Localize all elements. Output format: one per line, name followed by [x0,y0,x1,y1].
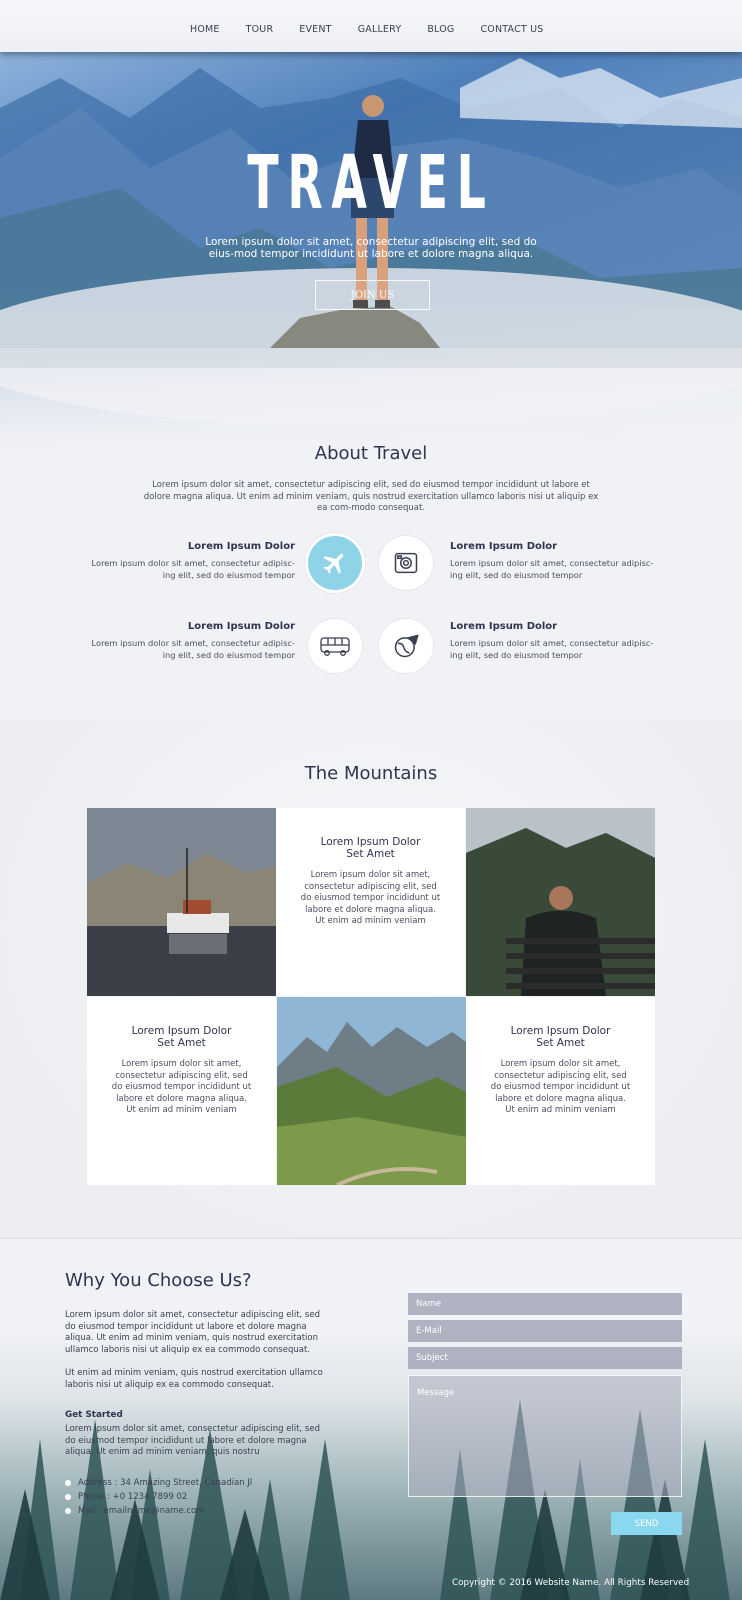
feature-4-text: Lorem ipsum dolor sit amet, consectetur … [450,638,654,660]
hero-title: TRAVEL [247,140,495,226]
phone-item: Phone : +0 1234 7899 02 [65,1490,252,1504]
nav-gallery[interactable]: GALLERY [358,24,402,35]
nav-blog[interactable]: BLOG [427,24,454,35]
mountain-card-1-title: Lorem Ipsum Dolor Set Amet [320,836,421,860]
mountain-card-3-title: Lorem Ipsum Dolor Set Amet [510,1025,611,1049]
address-item: Address : 34 Amazing Street, Canadian Jl [65,1476,252,1490]
nav-links: HOME TOUR EVENT GALLERY BLOG CONTACT US [190,24,570,35]
feature-3-text: Lorem ipsum dolor sit amet, consectetur … [91,638,295,660]
feature-1: Lorem Ipsum Dolor Lorem ipsum dolor sit … [85,541,295,581]
bus-icon [308,619,362,673]
name-field[interactable] [408,1293,682,1315]
mountain-card-1: Lorem Ipsum Dolor Set Amet Lorem ipsum d… [276,808,465,996]
feature-4-title: Lorem Ipsum Dolor [450,621,558,632]
feature-2: Lorem Ipsum Dolor Lorem ipsum dolor sit … [450,541,660,581]
get-started-heading: Get Started [65,1410,123,1420]
nav-tour[interactable]: TOUR [246,24,274,35]
join-us-button[interactable]: JOIN US [315,280,430,310]
email-field[interactable] [408,1320,682,1342]
airplane-icon [308,536,362,590]
feature-4: Lorem Ipsum Dolor Lorem ipsum dolor sit … [450,621,660,661]
contact-list: Address : 34 Amazing Street, Canadian Jl… [65,1476,252,1518]
mountain-card-2: Lorem Ipsum Dolor Set Amet Lorem ipsum d… [87,997,276,1185]
copyright-text: Copyright © 2016 Website Name. All Right… [452,1578,690,1588]
mail-text: Mail : emailname@name.com [78,1506,205,1516]
why-title: Why You Choose Us? [65,1270,252,1291]
subject-field[interactable] [408,1347,682,1369]
valley-photo [277,997,466,1185]
address-text: Address : 34 Amazing Street, Canadian Jl [78,1478,253,1488]
feature-3-title: Lorem Ipsum Dolor [187,621,295,632]
hero-banner: TRAVEL Lorem ipsum dolor sit amet, conse… [0,48,742,448]
bullet-icon [65,1508,71,1514]
send-button[interactable]: SEND [611,1512,682,1535]
mountain-card-2-title: Lorem Ipsum Dolor Set Amet [131,1025,232,1049]
about-description: Lorem ipsum dolor sit amet, consectetur … [143,480,599,513]
feature-1-text: Lorem ipsum dolor sit amet, consectetur … [91,558,295,580]
mountain-card-1-text: Lorem ipsum dolor sit amet, consectetur … [300,870,441,926]
why-paragraph-1: Lorem ipsum dolor sit amet, consectetur … [65,1310,320,1355]
feature-1-title: Lorem Ipsum Dolor [187,541,295,552]
mountain-card-3: Lorem Ipsum Dolor Set Amet Lorem ipsum d… [466,997,655,1185]
mountain-card-2-text: Lorem ipsum dolor sit amet, consectetur … [111,1059,252,1115]
mountains-title: The Mountains [304,763,438,784]
hero-subtitle: Lorem ipsum dolor sit amet, consectetur … [205,236,537,260]
top-navbar: HOME TOUR EVENT GALLERY BLOG CONTACT US [0,0,742,52]
why-paragraph-3: Lorem ipsum dolor sit amet, consectetur … [65,1424,320,1457]
boat-photo [87,808,276,996]
phone-text: Phone : +0 1234 7899 02 [78,1492,188,1502]
why-paragraph-2: Ut enim ad minim veniam, quis nostrud ex… [65,1368,323,1390]
mail-item: Mail : emailname@name.com [65,1504,252,1518]
feature-3: Lorem Ipsum Dolor Lorem ipsum dolor sit … [85,621,295,661]
camera-icon [379,536,433,590]
bullet-icon [65,1494,71,1500]
feature-2-text: Lorem ipsum dolor sit amet, consectetur … [450,558,654,580]
about-title: About Travel [314,443,428,464]
nav-contact-us[interactable]: CONTACT US [480,24,543,35]
nav-event[interactable]: EVENT [299,24,331,35]
bullet-icon [65,1480,71,1486]
nav-home[interactable]: HOME [190,24,220,35]
feature-2-title: Lorem Ipsum Dolor [450,541,558,552]
man-on-bench-photo [466,808,655,996]
mountain-card-3-text: Lorem ipsum dolor sit amet, consectetur … [490,1059,631,1115]
globe-plane-icon [379,619,433,673]
message-field[interactable] [408,1375,682,1497]
